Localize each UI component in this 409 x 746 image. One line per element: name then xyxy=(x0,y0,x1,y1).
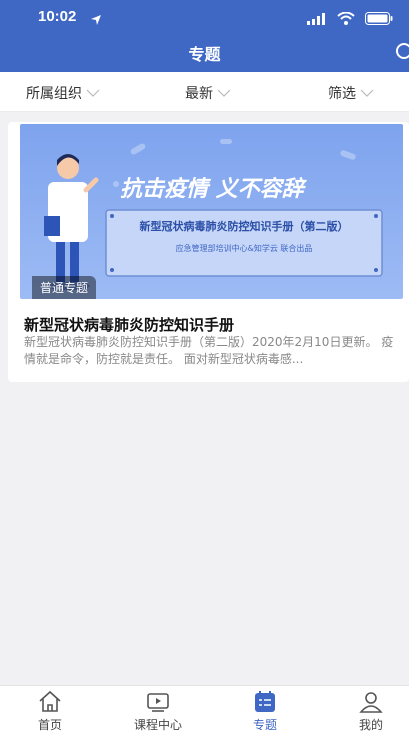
tab-mine[interactable]: 我的 xyxy=(331,690,409,733)
topic-title[interactable]: 新型冠状病毒肺炎防控知识手册 xyxy=(24,314,234,335)
status-time: 10:02 xyxy=(38,8,77,25)
topic-description: 新型冠状病毒肺炎防控知识手册（第二版）2020年2月10日更新。 疫情就是命令，… xyxy=(24,335,394,366)
filter-label: 最新 xyxy=(185,86,213,102)
banner-publisher: 应急管理部培训中心&知学云 联合出品 xyxy=(176,243,313,253)
search-icon[interactable] xyxy=(395,42,409,62)
topic-icon xyxy=(225,690,305,714)
tab-label: 专题 xyxy=(252,718,277,732)
tab-label: 我的 xyxy=(358,718,383,732)
filter-label: 所属组织 xyxy=(26,86,82,102)
topic-banner[interactable]: 抗击疫情 义不容辞 新型冠状病毒肺炎防控知识手册（第二版） 应急管理部培训中心&… xyxy=(20,124,403,299)
chevron-down-icon xyxy=(360,85,374,101)
banner-book-title: 新型冠状病毒肺炎防控知识手册（第二版） xyxy=(140,219,349,233)
page-title: 专题 xyxy=(188,45,221,64)
banner-headline: 抗击疫情 义不容辞 xyxy=(120,176,308,202)
tab-course-center[interactable]: 课程中心 xyxy=(118,690,198,733)
filter-bar: 所属组织 最新 筛选 xyxy=(0,72,409,112)
topic-card[interactable]: 抗击疫情 义不容辞 新型冠状病毒肺炎防控知识手册（第二版） 应急管理部培训中心&… xyxy=(8,122,409,382)
profile-icon xyxy=(331,690,409,714)
tab-label: 首页 xyxy=(37,718,62,732)
filter-organization[interactable]: 所属组织 xyxy=(26,83,100,103)
status-icons xyxy=(307,10,393,29)
topic-type-badge: 普通专题 xyxy=(32,276,97,299)
signal-icon xyxy=(307,10,327,29)
wifi-icon xyxy=(337,10,355,29)
top-header: 10:02 专题 xyxy=(0,0,409,72)
tab-label: 课程中心 xyxy=(133,718,182,732)
home-icon xyxy=(10,690,90,714)
filter-label: 筛选 xyxy=(328,86,356,102)
filter-screen[interactable]: 筛选 xyxy=(328,83,374,103)
battery-icon xyxy=(365,10,393,29)
filter-latest[interactable]: 最新 xyxy=(185,83,231,103)
chevron-down-icon xyxy=(86,85,100,101)
tab-topic[interactable]: 专题 xyxy=(225,690,305,733)
course-icon xyxy=(118,690,198,714)
bottom-tab-bar: 首页 课程中心 专题 我的 xyxy=(0,685,409,746)
chevron-down-icon xyxy=(217,85,231,101)
location-arrow-icon xyxy=(90,11,102,30)
tab-home[interactable]: 首页 xyxy=(10,690,90,733)
